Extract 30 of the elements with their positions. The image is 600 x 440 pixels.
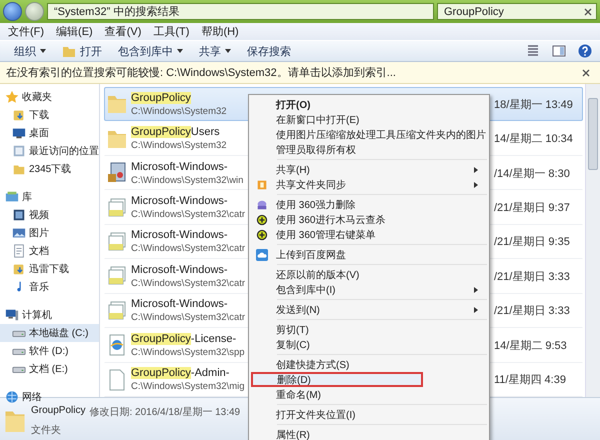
- file-name: Microsoft-Windows-: [131, 264, 228, 276]
- file-name: Microsoft-Windows-: [131, 298, 228, 310]
- modified-date: /21/星期日 3:33: [494, 270, 571, 284]
- modified-date: 11/星期四 4:39: [494, 373, 567, 388]
- modified-date: 18/星期一 13:49: [494, 98, 574, 112]
- modified-date: /21/星期日 9:35: [494, 235, 571, 250]
- details-type: 文件夹: [31, 424, 61, 436]
- file-path: C:\Windows\System32\mig: [131, 381, 245, 392]
- modified-date: /14/星期一 8:30: [494, 166, 571, 181]
- details-modified: 修改日期: 2016/4/18/星期一 13:49: [89, 406, 240, 418]
- file-name: Microsoft-Windows-: [131, 229, 228, 242]
- modified-date: /21/星期日 9:37: [494, 201, 571, 216]
- modified-date: 14/星期二 10:34: [494, 132, 574, 146]
- file-path: C:\Windows\System32\catr: [131, 243, 246, 254]
- file-name: GroupPolicy-License-: [131, 332, 236, 345]
- file-name: Microsoft-Windows-: [131, 195, 228, 208]
- modified-date: 14/星期二 9:53: [494, 338, 568, 353]
- file-path: C:\Windows\System32\spp: [131, 346, 245, 358]
- file-path: C:\Windows\System32: [131, 140, 227, 152]
- file-path: C:\Windows\System32\win: [131, 174, 244, 186]
- file-path: C:\Windows\System32\catr: [131, 209, 246, 220]
- file-path: C:\Windows\System32\catr: [131, 278, 246, 289]
- file-path: C:\Windows\System32: [131, 106, 227, 117]
- details-name: GroupPolicy: [31, 404, 86, 418]
- file-name: GroupPolicyUsers: [131, 126, 220, 138]
- file-name: GroupPolicy: [131, 92, 191, 104]
- file-path: C:\Windows\System32\catr: [131, 312, 246, 324]
- file-name: GroupPolicy-Admin-: [131, 367, 230, 380]
- modified-date: /21/星期日 3:33: [494, 304, 571, 318]
- file-name: Microsoft-Windows-: [131, 160, 228, 173]
